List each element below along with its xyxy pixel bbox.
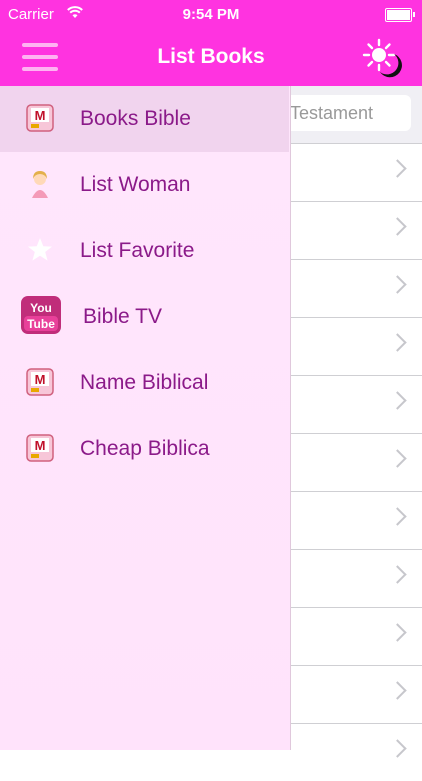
chevron-right-icon bbox=[388, 681, 407, 700]
list-item[interactable] bbox=[290, 201, 422, 259]
drawer-item-label: Books Bible bbox=[80, 107, 191, 130]
search-input[interactable]: Testament bbox=[280, 95, 411, 131]
battery-icon bbox=[385, 8, 415, 22]
list-item[interactable] bbox=[290, 723, 422, 781]
svg-text:M: M bbox=[35, 108, 46, 123]
side-drawer: M Books Bible List Woman List Favorite Y… bbox=[0, 86, 291, 750]
bible-book-icon: M bbox=[24, 366, 56, 398]
youtube-icon: You Tube bbox=[20, 295, 62, 335]
list-item[interactable] bbox=[290, 665, 422, 723]
chevron-right-icon bbox=[388, 623, 407, 642]
book-list bbox=[290, 143, 422, 781]
page-title: List Books bbox=[157, 45, 265, 68]
sun-moon-icon bbox=[362, 38, 402, 78]
status-bar: Carrier 9:54 PM bbox=[0, 0, 422, 30]
svg-text:M: M bbox=[35, 438, 46, 453]
drawer-item-label: List Woman bbox=[80, 173, 191, 196]
drawer-item-books-bible[interactable]: M Books Bible bbox=[0, 86, 289, 152]
drawer-item-list-woman[interactable]: List Woman bbox=[0, 152, 289, 218]
list-item[interactable] bbox=[290, 317, 422, 375]
chevron-right-icon bbox=[388, 333, 407, 352]
drawer-item-label: Cheap Biblica bbox=[80, 437, 210, 460]
svg-text:M: M bbox=[35, 372, 46, 387]
chevron-right-icon bbox=[388, 739, 407, 758]
drawer-item-cheap-biblica[interactable]: M Cheap Biblica bbox=[0, 416, 289, 482]
chevron-right-icon bbox=[388, 507, 407, 526]
bible-book-icon: M bbox=[24, 432, 56, 464]
list-item[interactable] bbox=[290, 375, 422, 433]
drawer-item-list-favorite[interactable]: List Favorite bbox=[0, 218, 289, 284]
list-item[interactable] bbox=[290, 143, 422, 201]
star-icon bbox=[24, 234, 56, 266]
chevron-right-icon bbox=[388, 217, 407, 236]
bible-book-icon: M bbox=[24, 102, 56, 134]
chevron-right-icon bbox=[388, 391, 407, 410]
drawer-item-bible-tv[interactable]: You Tube Bible TV bbox=[0, 284, 289, 350]
drawer-item-label: Bible TV bbox=[83, 305, 162, 328]
status-time: 9:54 PM bbox=[182, 6, 240, 23]
drawer-item-label: List Favorite bbox=[80, 239, 195, 262]
list-item[interactable] bbox=[290, 433, 422, 491]
drawer-item-name-biblical[interactable]: M Name Biblical bbox=[0, 350, 289, 416]
list-item[interactable] bbox=[290, 549, 422, 607]
chevron-right-icon bbox=[388, 449, 407, 468]
svg-text:Tube: Tube bbox=[27, 317, 55, 331]
theme-toggle-button[interactable] bbox=[362, 38, 404, 78]
book-list-panel: Testament bbox=[280, 86, 422, 781]
chevron-right-icon bbox=[388, 275, 407, 294]
nav-bar: List Books bbox=[0, 30, 422, 86]
list-item[interactable] bbox=[290, 607, 422, 665]
svg-text:You: You bbox=[30, 301, 52, 315]
list-item[interactable] bbox=[290, 259, 422, 317]
chevron-right-icon bbox=[388, 159, 407, 178]
list-item[interactable] bbox=[290, 491, 422, 549]
woman-icon bbox=[24, 168, 56, 200]
chevron-right-icon bbox=[388, 565, 407, 584]
drawer-item-label: Name Biblical bbox=[80, 371, 209, 394]
